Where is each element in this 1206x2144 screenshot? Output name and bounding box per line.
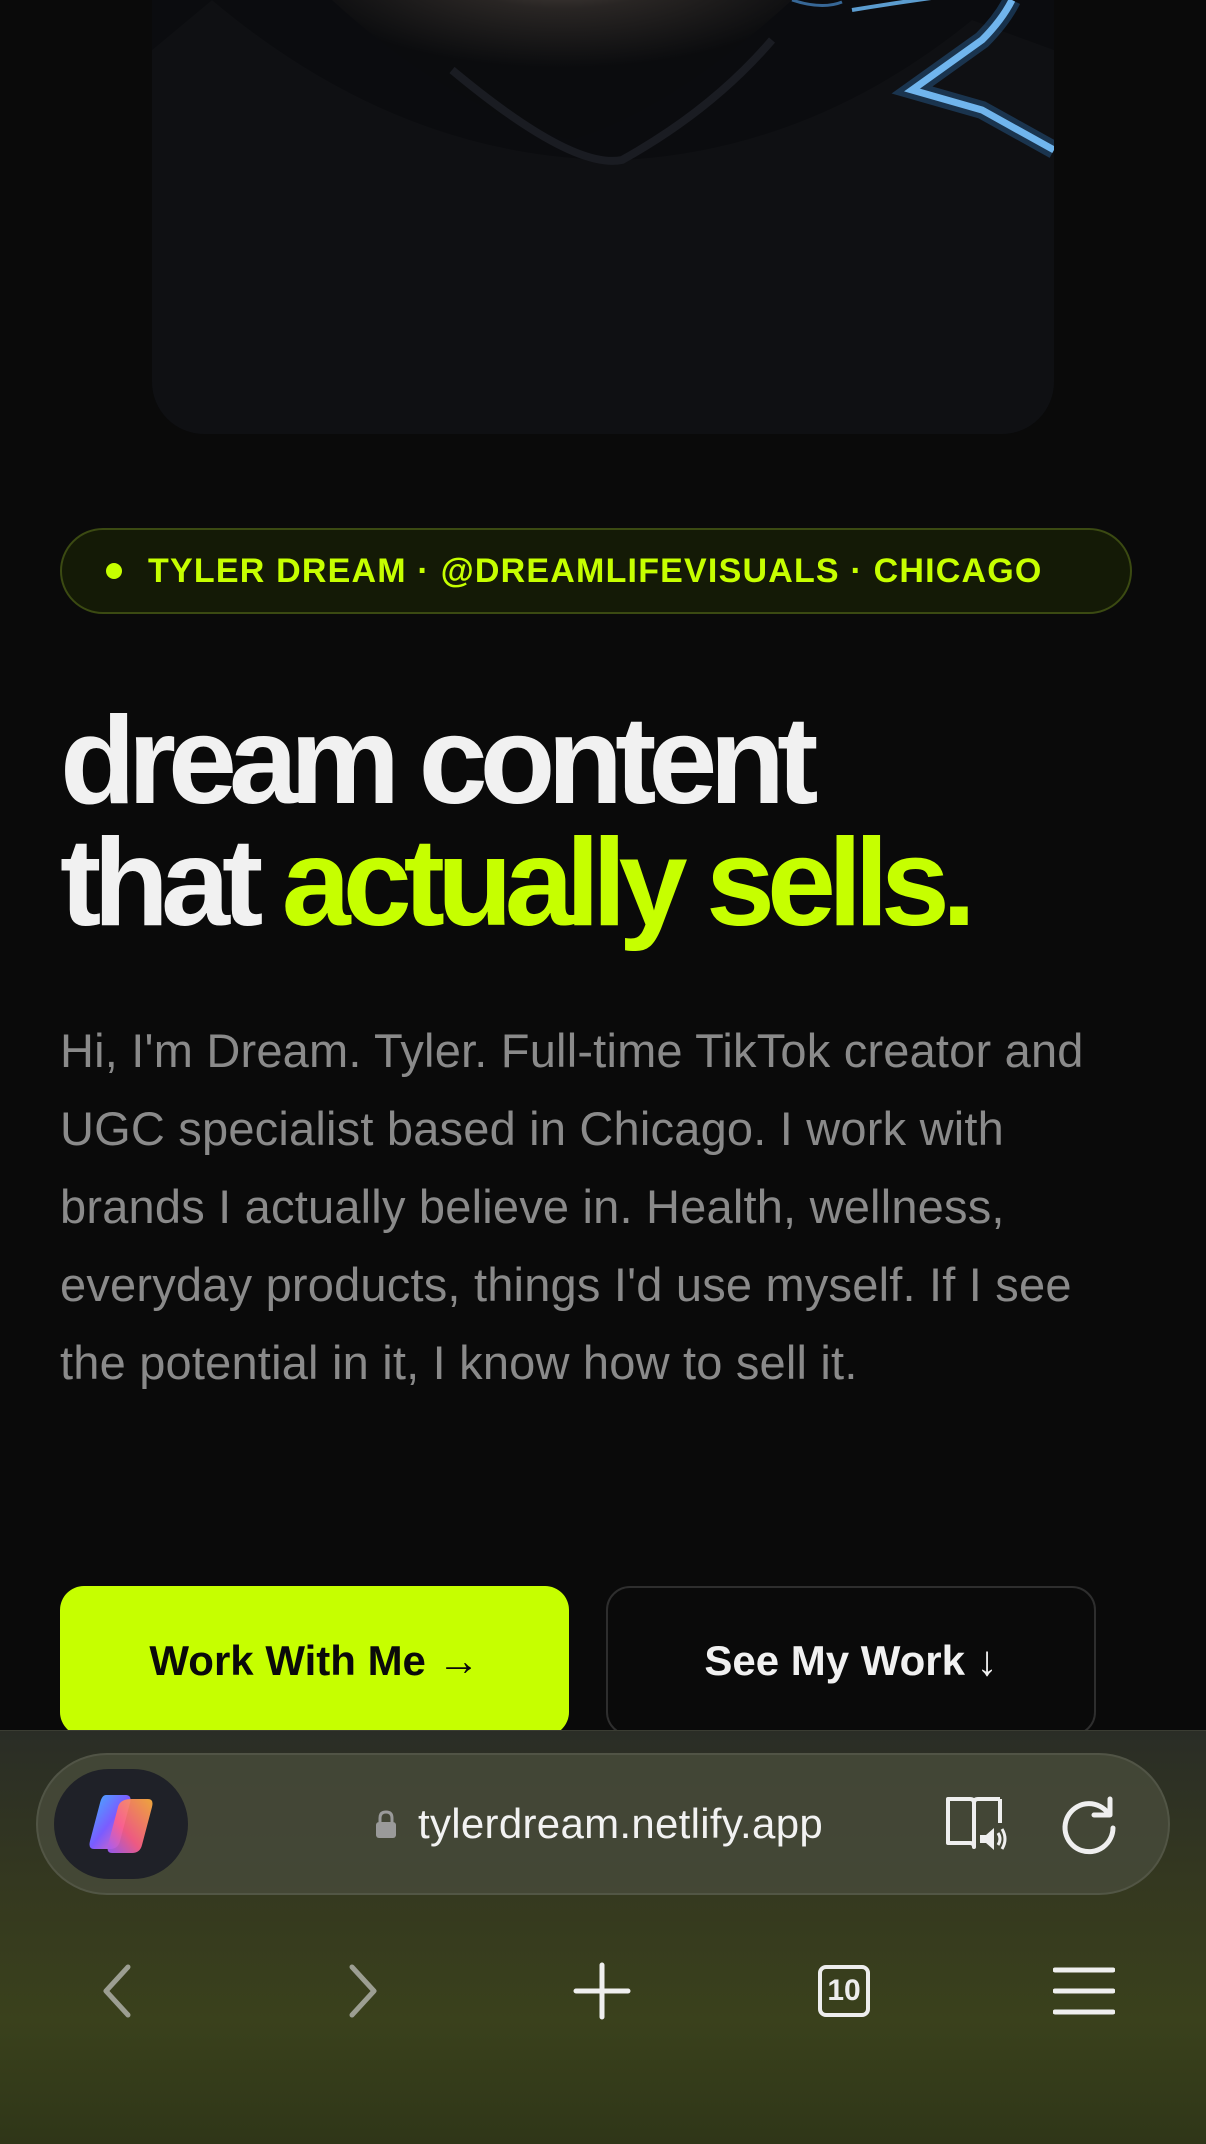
plus-icon[interactable]: [562, 1951, 642, 2031]
tabs-icon[interactable]: 10: [804, 1951, 884, 2031]
url-text: tylerdream.netlify.app: [418, 1800, 824, 1847]
reader-mode-icon[interactable]: [944, 1793, 1008, 1853]
work-with-me-button[interactable]: Work With Me →: [60, 1586, 569, 1736]
menu-icon[interactable]: [1044, 1951, 1124, 2031]
intro-paragraph: Hi, I'm Dream. Tyler. Full-time TikTok c…: [60, 1024, 1084, 1389]
headline-line-2-plain: that: [60, 814, 263, 952]
url-field[interactable]: tylerdream.netlify.app: [374, 1755, 823, 1893]
headline-accent: actually sells.: [281, 814, 976, 952]
status-dot: [106, 563, 122, 579]
browser-nav-bar: 10: [0, 1907, 1206, 2107]
address-bar[interactable]: tylerdream.netlify.app: [36, 1753, 1170, 1895]
see-my-work-button[interactable]: See My Work ↓: [606, 1586, 1096, 1736]
hero-portrait-image: [152, 0, 1054, 434]
headline-line-1: dream content: [60, 692, 818, 830]
browser-toolbar: tylerdream.netlify.app 10: [0, 1730, 1206, 2144]
pill-text: TYLER DREAM · @DREAMLIFEVISUALS · CHICAG…: [148, 551, 1043, 590]
reload-icon[interactable]: [1058, 1793, 1120, 1855]
copilot-icon[interactable]: [54, 1769, 188, 1879]
page: TYLER DREAM · @DREAMLIFEVISUALS · CHICAG…: [0, 0, 1206, 2144]
page-headline: dream content that actually sells.: [60, 699, 1180, 945]
location-pill: TYLER DREAM · @DREAMLIFEVISUALS · CHICAG…: [60, 528, 1132, 614]
back-icon[interactable]: [78, 1951, 158, 2031]
lock-icon: [376, 1810, 396, 1838]
forward-icon[interactable]: [322, 1951, 402, 2031]
tab-count: 10: [818, 1965, 870, 2017]
